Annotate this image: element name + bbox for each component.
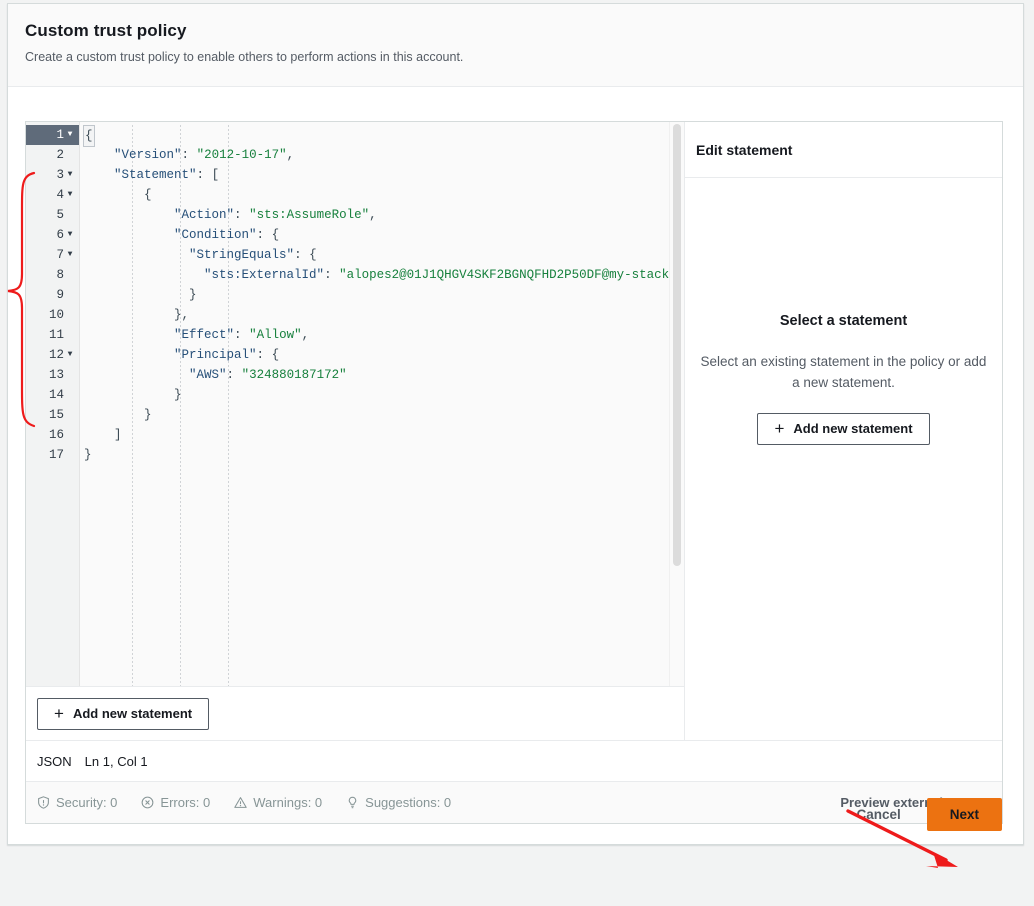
- code-line-1: {: [80, 125, 684, 147]
- code-line-11: "Effect": "Allow",: [174, 328, 310, 342]
- gutter-line-17: 17▼: [48, 448, 64, 462]
- code-line-8: "sts:ExternalId": "alopes2@01J1QHGV4SKF2…: [204, 268, 684, 282]
- code-line-12: "Principal": {: [174, 348, 280, 362]
- card-header: Custom trust policy Create a custom trus…: [8, 4, 1023, 87]
- gutter-line-13: 13▼: [48, 368, 64, 382]
- code-line-6: "Condition": {: [174, 228, 280, 242]
- gutter-line-6[interactable]: 6 ▼: [26, 225, 79, 245]
- gutter-line-11: 11▼: [48, 328, 64, 342]
- line-number-gutter[interactable]: 1▼ 2▼ 3▼4▼ 5▼ 6▼7▼ 8▼ 9▼ 10▼ 11▼ 12▼ 13▼ 14▼ 15▼ 16▼ 1…: [26, 122, 80, 686]
- code-line-16: ]: [114, 428, 122, 442]
- code-text-area[interactable]: { "Version": "2012-10-17", "Statement": …: [80, 122, 684, 686]
- edit-statement-header: Edit statement: [685, 122, 1002, 178]
- gutter-line-14: 14▼: [48, 388, 64, 402]
- code-line-7: "StringEquals": {: [189, 248, 317, 262]
- code-column: 1▼ 2▼ 3▼4▼ 5▼ 6▼7▼ 8▼ 9▼ 10▼ 11▼ 12▼ 13▼ 14▼ 15▼ 16▼ 1…: [26, 122, 685, 740]
- code-line-13: "AWS": "324880187172": [189, 368, 347, 382]
- editor-scrollbar-thumb[interactable]: [673, 124, 681, 566]
- gutter-line-9: 9▼: [56, 288, 64, 302]
- gutter-line-16: 16▼: [48, 428, 64, 442]
- gutter-line-4[interactable]: 4 ▼: [26, 185, 79, 205]
- add-new-statement-label: Add new statement: [72, 705, 193, 721]
- gutter-line-1[interactable]: 1 ▼: [26, 125, 79, 145]
- code-line-9: }: [189, 288, 197, 302]
- code-line-4: {: [144, 188, 152, 202]
- editor-language-label: JSON: [37, 753, 72, 769]
- code-line-10: },: [174, 308, 190, 322]
- editor-main: 1▼ 2▼ 3▼4▼ 5▼ 6▼7▼ 8▼ 9▼ 10▼ 11▼ 12▼ 13▼ 14▼ 15▼ 16▼ 1…: [26, 122, 1002, 740]
- edit-statement-panel: Edit statement Select a statement Select…: [685, 122, 1002, 740]
- gutter-line-15: 15▼: [48, 408, 64, 422]
- fold-toggle-icon: ▼: [67, 350, 73, 359]
- code-line-14: }: [174, 388, 182, 402]
- code-line-2: "Version": "2012-10-17",: [114, 148, 295, 162]
- fold-toggle-icon: ▼: [67, 250, 73, 259]
- edit-statement-title: Edit statement: [696, 141, 793, 158]
- page-title: Custom trust policy: [25, 21, 187, 40]
- policy-editor: 1▼ 2▼ 3▼4▼ 5▼ 6▼7▼ 8▼ 9▼ 10▼ 11▼ 12▼ 13▼ 14▼ 15▼ 16▼ 1…: [25, 121, 1003, 824]
- fold-toggle-icon: ▼: [67, 230, 73, 239]
- gutter-line-2: 2▼: [56, 148, 64, 162]
- gutter-line-7[interactable]: 7 ▼: [26, 245, 79, 265]
- panel-add-new-statement-label: Add new statement: [793, 421, 913, 436]
- gutter-line-8: 8▼: [56, 268, 64, 282]
- empty-state-description: Select an existing statement in the poli…: [700, 354, 987, 390]
- gutter-line-3[interactable]: 3 ▼: [26, 165, 79, 185]
- code-line-5: "Action": "sts:AssumeRole",: [174, 208, 377, 222]
- gutter-line-5: 5▼: [56, 208, 64, 222]
- code-line-3: "Statement": [: [114, 168, 220, 182]
- next-button[interactable]: Next: [926, 797, 1002, 831]
- fold-toggle-icon: ▼: [67, 170, 73, 179]
- panel-add-new-statement-button[interactable]: + Add new statement: [757, 413, 930, 445]
- fold-toggle-icon: ▼: [67, 190, 73, 199]
- edit-statement-empty-state: Select a statement Select an existing st…: [685, 178, 1002, 740]
- plus-icon: +: [54, 703, 64, 723]
- code-area[interactable]: 1▼ 2▼ 3▼4▼ 5▼ 6▼7▼ 8▼ 9▼ 10▼ 11▼ 12▼ 13▼ 14▼ 15▼ 16▼ 1…: [26, 122, 684, 686]
- custom-trust-policy-card: Custom trust policy Create a custom trus…: [7, 3, 1024, 845]
- plus-icon: +: [774, 419, 785, 438]
- add-new-statement-button[interactable]: + Add new statement: [37, 697, 210, 730]
- editor-vertical-scrollbar[interactable]: [669, 122, 684, 686]
- gutter-line-10: 10▼: [48, 308, 64, 322]
- form-actions-footer: Cancel Next: [8, 784, 1023, 844]
- gutter-line-12[interactable]: 12 ▼: [26, 345, 79, 365]
- empty-state-title: Select a statement: [779, 313, 908, 329]
- code-line-15: }: [144, 408, 152, 422]
- cursor-position-label: Ln 1, Col 1: [84, 753, 148, 769]
- fold-toggle-icon: ▼: [67, 130, 73, 139]
- add-statement-bar: + Add new statement: [26, 686, 684, 740]
- editor-status-bar: JSON Ln 1, Col 1: [26, 740, 1002, 781]
- cancel-button[interactable]: Cancel: [852, 799, 904, 830]
- screen-root: Custom trust policy Create a custom trus…: [0, 0, 1034, 906]
- code-line-17: }: [84, 448, 92, 462]
- page-subtitle: Create a custom trust policy to enable o…: [25, 50, 464, 64]
